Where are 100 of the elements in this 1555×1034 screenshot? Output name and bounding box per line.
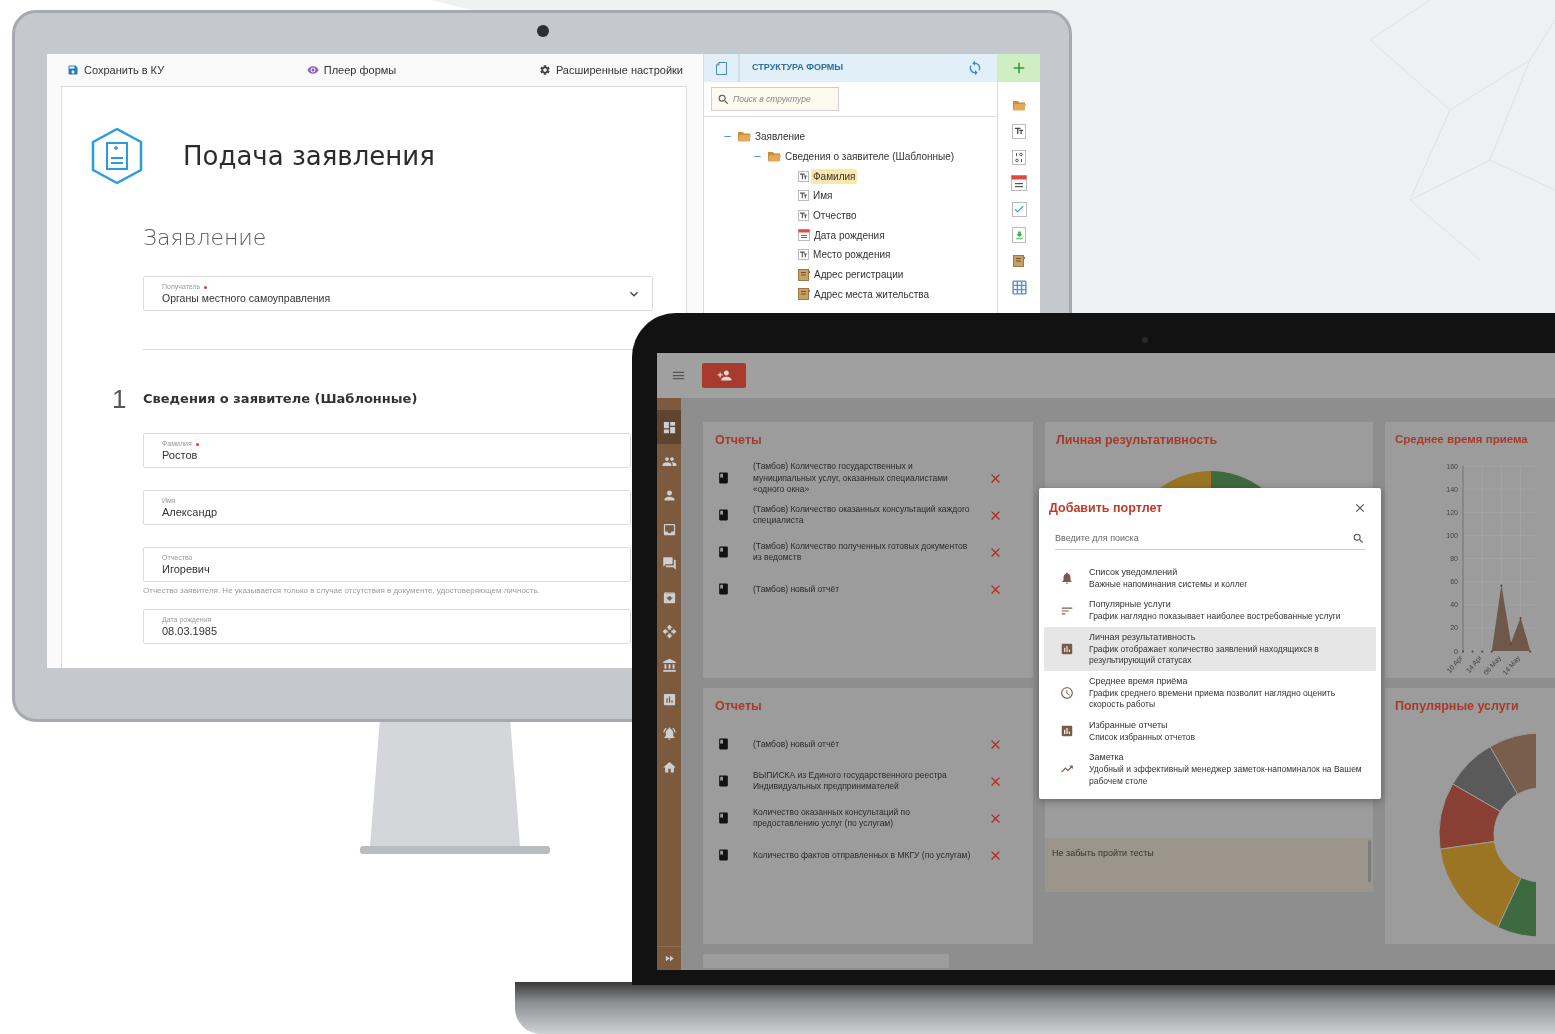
folder-icon <box>738 131 751 143</box>
chart-icon <box>1059 724 1074 738</box>
search-field[interactable]: Введите для поиска <box>1055 527 1365 550</box>
dashboard-icon <box>661 419 677 435</box>
book-icon <box>717 545 730 560</box>
field-value: Органы местного самоуправления <box>162 291 332 305</box>
tree-item[interactable]: Дата рождения <box>812 227 887 243</box>
report-link[interactable]: (Тамбов) Количество оказанных консультаций каждого специалиста <box>753 503 971 527</box>
report-link[interactable]: Количество оказанных консультаций по предоставлению услуг (по услугам) <box>753 806 971 830</box>
option-description: Важные напоминания системы и коллег <box>1089 578 1249 591</box>
dialog-title: Добавить портлет <box>1049 500 1163 517</box>
tree-item[interactable]: Сведения о заявителе (Шаблонные) <box>783 149 957 165</box>
move-arrows-icon <box>661 623 677 639</box>
option-description: График отображает количество заявлений находящихся в результирующий статусах <box>1089 643 1320 667</box>
required-mark <box>195 442 199 446</box>
tree-item[interactable]: Адрес места жительства <box>812 286 931 302</box>
calendar-icon <box>1011 175 1027 191</box>
home-icon <box>661 759 677 775</box>
card-title: Отчеты <box>715 698 763 715</box>
toolbar-button[interactable]: Сохранить в КУ <box>67 61 165 79</box>
bell-icon <box>1059 571 1074 585</box>
form-subtitle: Заявление <box>143 224 267 252</box>
text-field-icon <box>798 249 809 261</box>
notebook-icon <box>798 288 810 301</box>
chart-icon <box>661 691 677 707</box>
report-link[interactable]: (Тамбов) Количество полученных готовых документов из ведомств <box>753 540 971 564</box>
calendar-icon <box>798 229 810 242</box>
report-link[interactable]: (Тамбов) Количество государственных и муниципальных услуг, оказанных специалистами «одного окна» <box>753 461 971 496</box>
section-title: Сведения о заявителе (Шаблонные) <box>143 390 418 409</box>
add-person-icon <box>716 368 732 383</box>
chat-icon <box>661 555 677 571</box>
portlet-option[interactable]: Список уведомлений Важные напоминания системы и коллег <box>1044 561 1376 595</box>
book-icon <box>717 848 730 863</box>
structure-title: СТРУКТУРА ФОРМЫ <box>751 61 844 75</box>
data-point <box>1481 650 1484 653</box>
text-field-icon <box>798 170 809 182</box>
option-title: Список уведомлений <box>1089 565 1179 579</box>
section-number: 1 <box>112 382 128 416</box>
field-hint: Отчество заявителя. Не указывается только в случае отсутствия в документе, удостоверяющем личность. <box>143 585 541 597</box>
add-user-button[interactable] <box>702 363 746 388</box>
clock-icon <box>1059 685 1074 700</box>
refresh-icon[interactable] <box>967 60 983 76</box>
book-icon <box>717 774 730 789</box>
report-link[interactable]: (Тамбов) новый отчёт <box>753 738 971 750</box>
tree-item[interactable]: Адрес регистрации <box>812 267 906 283</box>
save-icon <box>67 64 79 76</box>
data-point <box>1471 650 1474 653</box>
eye-icon <box>306 64 319 76</box>
option-description: График среднего времени приема позволит наглядно оценить скорость работы <box>1089 687 1337 711</box>
field-value: Александр <box>162 505 219 519</box>
folder-icon <box>768 151 781 163</box>
note-text: Не забыть пройти тесты <box>1052 848 1154 858</box>
report-link[interactable]: (Тамбов) новый отчёт <box>753 583 971 595</box>
card-title: Популярные услуги <box>1394 698 1520 715</box>
tree-item[interactable]: Фамилия <box>811 168 858 184</box>
expand-sidebar-icon[interactable] <box>663 953 675 964</box>
portlet-option[interactable]: Заметка Удобный и эффективный менеджер заметок-напоминалок на Вашем рабочем столе <box>1044 747 1376 792</box>
search-icon <box>717 92 730 106</box>
tree-item[interactable]: Место рождения <box>811 247 893 263</box>
book-icon <box>717 811 730 826</box>
tree-item[interactable]: Имя <box>811 188 835 204</box>
text-field-icon <box>1012 123 1026 139</box>
card-title: Личная результативность <box>1056 432 1219 449</box>
book-icon <box>717 508 730 523</box>
option-title: Личная результативность <box>1089 630 1197 644</box>
folder-icon <box>1012 99 1026 111</box>
tree-item[interactable]: Заявление <box>753 129 808 145</box>
text-field-icon <box>798 190 809 202</box>
data-point <box>1500 584 1503 588</box>
table-icon <box>1010 278 1028 296</box>
field-value: Ростов <box>162 448 199 462</box>
card-title: Отчеты <box>715 432 763 449</box>
toolbar-button[interactable]: Плеер формы <box>306 61 397 79</box>
sidebar-item[interactable] <box>657 410 681 444</box>
checkbox-icon <box>1011 201 1027 217</box>
data-point <box>1529 650 1532 653</box>
portlet-option[interactable]: Популярные услуги График наглядно показывает наиболее востребованные услуги <box>1044 594 1376 627</box>
search-field[interactable]: Поиск в структуре <box>711 87 839 111</box>
data-point <box>1509 642 1513 645</box>
portlet-option[interactable]: Личная результативность График отображает количество заявлений находящихся в результирующий статусах <box>1044 626 1376 671</box>
option-description: График наглядно показывает наиболее востребованные услуги <box>1089 611 1342 623</box>
search-input[interactable]: Введите для поиска <box>1055 531 1352 545</box>
toolbar-button[interactable]: Расширенные настройки <box>538 61 683 79</box>
search-input[interactable]: Поиск в структуре <box>733 92 833 106</box>
report-link[interactable]: ВЫПИСКА из Единого государственного реестра Индивидуальных предпринимателей <box>753 769 971 793</box>
report-link[interactable]: Количество фактов отправленных в МКГУ (по услугам) <box>753 849 971 861</box>
search-icon <box>1352 531 1365 545</box>
tree-item[interactable]: Отчество <box>811 208 859 224</box>
notebook-icon <box>1013 255 1025 267</box>
binary-number-icon <box>1012 149 1026 165</box>
option-title: Среднее время приёма <box>1089 674 1189 688</box>
portlet-option[interactable]: Среднее время приёма График среднего времени приема позволит наглядно оценить скорость работы <box>1044 670 1376 715</box>
field-value: 08.03.1985 <box>162 624 219 638</box>
file-download-icon <box>1012 227 1026 243</box>
option-description: Удобный и эффективный менеджер заметок-напоминалок на Вашем рабочем столе <box>1089 764 1363 788</box>
alarm-icon <box>661 725 677 741</box>
notebook-icon <box>798 268 810 281</box>
portlet-option[interactable]: Избранные отчеты Список избранных отчетов <box>1044 714 1376 748</box>
add-button[interactable] <box>998 54 1040 82</box>
book-icon <box>717 471 730 486</box>
